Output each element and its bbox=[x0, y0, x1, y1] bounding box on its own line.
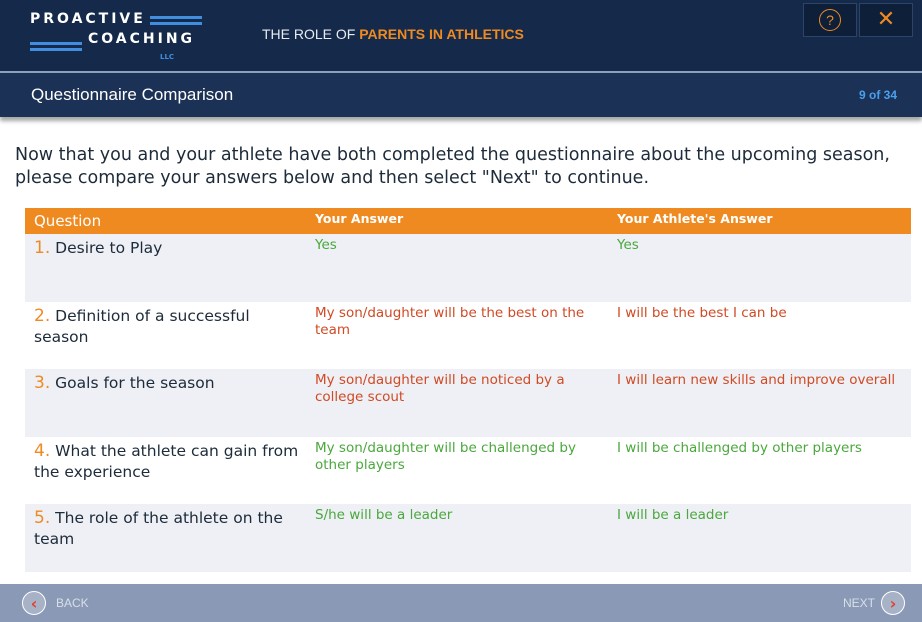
your-answer-cell: My son/daughter will be noticed by a col… bbox=[315, 372, 565, 405]
close-button[interactable]: ✕ bbox=[859, 3, 913, 37]
your-answer-cell: Yes bbox=[315, 237, 337, 253]
back-button[interactable]: ‹ BACK bbox=[22, 590, 89, 616]
chevron-left-icon: ‹ bbox=[22, 591, 46, 615]
athlete-answer-cell: I will learn new skills and improve over… bbox=[617, 372, 896, 388]
page-header: Questionnaire Comparison 9 of 34 bbox=[0, 73, 922, 117]
intro-text: Now that you and your athlete have both … bbox=[15, 145, 890, 188]
question-cell: 4. What the athlete can gain from the ex… bbox=[34, 441, 306, 483]
logo-line-2: COACHING bbox=[88, 31, 196, 47]
question-number: 1. bbox=[34, 238, 51, 258]
your-answer-cell: My son/daughter will be the best on the … bbox=[315, 304, 585, 338]
logo-stripe bbox=[30, 42, 82, 45]
question-cell: 3. Goals for the season bbox=[34, 373, 306, 394]
logo-stripe bbox=[30, 48, 82, 51]
your-answer-cell: S/he will be a leader bbox=[315, 507, 453, 523]
question-text: What the athlete can gain from the exper… bbox=[34, 441, 299, 481]
help-button[interactable]: ? bbox=[803, 3, 857, 37]
close-icon: ✕ bbox=[876, 7, 896, 32]
chevron-right-icon: › bbox=[881, 591, 905, 615]
question-text: The role of the athlete on the team bbox=[34, 509, 283, 548]
question-cell: 5. The role of the athlete on the team bbox=[34, 508, 306, 550]
header-question: Question bbox=[34, 212, 102, 230]
next-button[interactable]: NEXT › bbox=[843, 590, 905, 616]
comparison-table: Question Your Answer Your Athlete's Answ… bbox=[25, 208, 911, 572]
your-answer-cell: My son/daughter will be challenged by ot… bbox=[315, 439, 576, 473]
question-cell: 1. Desire to Play bbox=[34, 238, 306, 259]
table-row: 2. Definition of a successful season My s… bbox=[25, 302, 911, 370]
header-your-answer: Your Answer bbox=[315, 211, 404, 226]
bottom-nav-bar: ‹ BACK NEXT › bbox=[0, 584, 922, 622]
question-cell: 2. Definition of a successful season bbox=[34, 306, 306, 348]
athlete-answer-cell: I will be challenged by other players bbox=[617, 439, 862, 456]
logo-stripe bbox=[150, 22, 202, 25]
page-title: Questionnaire Comparison bbox=[31, 85, 234, 104]
question-number: 4. bbox=[34, 440, 51, 461]
course-title: THE ROLE OF PARENTS IN ATHLETICS bbox=[262, 26, 524, 42]
table-row: 4. What the athlete can gain from the ex… bbox=[25, 437, 911, 505]
next-label: NEXT bbox=[842, 596, 875, 610]
proactive-coaching-logo: PROACTIVE COACHING LLC bbox=[30, 8, 205, 66]
back-label: BACK bbox=[56, 596, 89, 610]
question-text: Definition of a successful season bbox=[34, 306, 250, 346]
athlete-answer-cell: Yes bbox=[617, 237, 639, 253]
logo-line-1: PROACTIVE bbox=[30, 11, 146, 27]
course-title-highlight: PARENTS IN ATHLETICS bbox=[359, 26, 524, 42]
course-title-prefix: THE ROLE OF bbox=[262, 26, 360, 42]
table-row: 5. The role of the athlete on the team S/… bbox=[25, 504, 911, 572]
athlete-answer-cell: I will be a leader bbox=[617, 507, 729, 523]
question-number: 5. bbox=[34, 508, 51, 528]
logo-stripe bbox=[150, 16, 202, 19]
top-bar: PROACTIVE COACHING LLC THE ROLE OF PAREN… bbox=[0, 0, 922, 72]
question-number: 3. bbox=[34, 373, 51, 393]
question-text: Goals for the season bbox=[55, 374, 215, 392]
page-counter: 9 of 34 bbox=[858, 88, 897, 102]
table-header: Question Your Answer Your Athlete's Answ… bbox=[25, 208, 911, 234]
question-number: 2. bbox=[34, 305, 51, 326]
athlete-answer-cell: I will be the best I can be bbox=[617, 304, 787, 321]
table-row: 1. Desire to Play Yes Yes bbox=[25, 234, 911, 302]
help-icon: ? bbox=[819, 9, 841, 31]
header-athlete-answer: Your Athlete's Answer bbox=[617, 211, 773, 226]
table-row: 3. Goals for the season My son/daughter w… bbox=[25, 369, 911, 437]
question-text: Desire to Play bbox=[55, 239, 163, 257]
logo-llc: LLC bbox=[160, 53, 175, 61]
